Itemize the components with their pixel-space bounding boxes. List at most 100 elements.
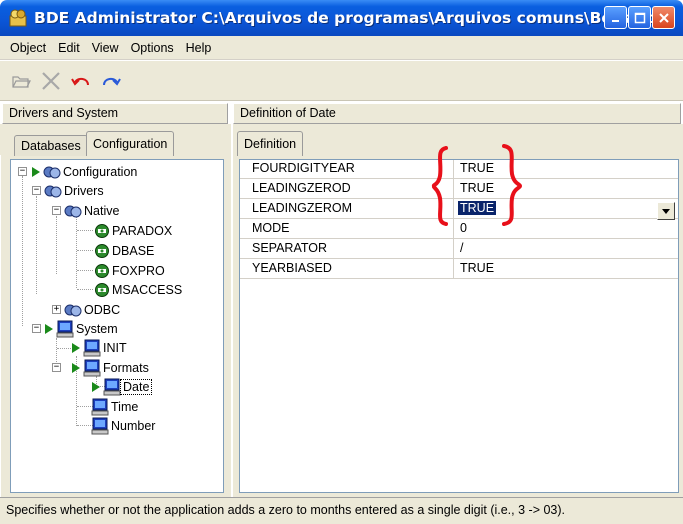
definition-value[interactable]: TRUE [458,161,496,175]
right-panel-header: Definition of Date [233,103,681,124]
collapse-toggle[interactable]: − [32,186,41,195]
tree-label: Drivers [64,183,104,198]
definition-key: LEADINGZEROM [252,201,353,215]
tree-node-native[interactable]: Native [64,201,121,220]
tree-label: MSACCESS [112,282,183,297]
left-panel-header: Drivers and System [2,103,228,124]
tree-connector [22,176,23,326]
definition-row[interactable]: LEADINGZEROM TRUE [240,200,678,219]
tree-node-number[interactable]: Number [91,416,157,435]
tree-connector [36,196,37,294]
definition-key: LEADINGZEROD [252,181,351,195]
definition-value[interactable]: TRUE [458,261,496,275]
tree-label: PARADOX [112,223,173,238]
menu-view[interactable]: View [86,41,125,55]
tree-node-drivers[interactable]: Drivers [44,181,106,200]
computer-icon [83,359,101,376]
config-tree[interactable]: − Configuration − Drivers − Native PARAD… [10,159,224,493]
menu-options[interactable]: Options [125,41,180,55]
tree-connector [77,250,93,251]
database-group-icon [43,166,61,178]
definition-key: YEARBIASED [252,261,332,275]
tree-label: Native [84,203,120,218]
definition-row[interactable]: LEADINGZEROD TRUE [240,180,678,199]
chevron-down-icon [662,208,670,214]
definition-value[interactable]: / [458,241,465,255]
definition-value-selected[interactable]: TRUE [458,201,497,215]
database-group-icon [64,304,82,316]
tree-node-odbc[interactable]: ODBC [64,300,122,319]
green-arrow-icon [92,381,100,392]
computer-icon [91,417,109,434]
tree-node-foxpro[interactable]: FOXPRO [94,261,167,280]
definition-grid: FOURDIGITYEAR TRUE LEADINGZEROD TRUE LEA… [239,159,679,493]
database-group-icon [64,205,82,217]
title-bar[interactable]: BDE Administrator C:\Arquivos de program… [0,0,683,36]
close-button[interactable] [652,6,675,29]
tree-label: INIT [103,340,127,355]
collapse-toggle[interactable]: − [52,363,61,372]
collapse-toggle[interactable]: − [52,206,61,215]
delete-icon[interactable] [38,68,64,94]
undo-icon[interactable] [68,68,94,94]
value-dropdown-button[interactable] [657,202,675,220]
definition-row[interactable]: FOURDIGITYEAR TRUE [240,160,678,179]
computer-icon [83,339,101,356]
green-arrow-icon [72,342,80,353]
bde-app-icon [8,8,28,28]
open-folder-icon[interactable] [8,68,34,94]
tab-definition[interactable]: Definition [237,131,304,156]
definition-key: FOURDIGITYEAR [252,161,355,175]
database-group-icon [44,185,62,197]
tree-label: FOXPRO [112,263,165,278]
tree-connector [76,216,77,288]
tree-label: Formats [103,360,149,375]
definition-row[interactable]: MODE 0 [240,220,678,239]
menu-help[interactable]: Help [180,41,218,55]
maximize-button[interactable] [628,6,651,29]
tree-node-date[interactable]: Date [91,377,153,396]
menu-edit[interactable]: Edit [52,41,86,55]
tree-label: Configuration [63,164,138,179]
status-bar: Specifies whether or not the application… [0,497,683,524]
tree-node-paradox[interactable]: PARADOX [94,221,174,240]
tree-node-configuration[interactable]: Configuration [31,162,139,181]
green-arrow-icon [72,362,80,373]
definition-value[interactable]: TRUE [458,181,496,195]
driver-icon [95,223,109,238]
tree-label: Number [111,418,156,433]
collapse-toggle[interactable]: − [32,324,41,333]
tree-node-formats[interactable]: Formats [71,358,151,377]
driver-icon [95,263,109,278]
tree-connector [77,270,93,271]
redo-icon[interactable] [98,68,124,94]
tree-label: DBASE [112,243,155,258]
tree-connector [56,216,57,274]
tree-node-dbase[interactable]: DBASE [94,241,156,260]
tree-node-system[interactable]: System [44,319,120,338]
green-arrow-icon [32,166,40,177]
definition-key: MODE [252,221,290,235]
driver-icon [95,282,109,297]
window-title: BDE Administrator C:\Arquivos de program… [34,9,676,27]
tree-node-time[interactable]: Time [91,397,140,416]
expand-toggle[interactable]: + [52,305,61,314]
definition-value[interactable]: 0 [458,221,469,235]
tree-node-msaccess[interactable]: MSACCESS [94,280,184,299]
driver-icon [95,243,109,258]
collapse-toggle[interactable]: − [18,167,27,176]
minimize-button[interactable] [604,6,627,29]
menu-bar: Object Edit View Options Help [0,36,683,60]
computer-icon [103,378,121,395]
computer-icon [56,320,74,337]
tree-connector [77,289,93,290]
tree-node-init[interactable]: INIT [71,338,129,357]
toolbar [0,61,683,101]
tab-databases[interactable]: Databases [14,135,88,156]
computer-icon [91,398,109,415]
definition-row[interactable]: SEPARATOR / [240,240,678,259]
menu-object[interactable]: Object [4,41,52,55]
tree-label: Date [119,378,153,395]
definition-row[interactable]: YEARBIASED TRUE [240,260,678,279]
tab-configuration[interactable]: Configuration [86,131,175,156]
